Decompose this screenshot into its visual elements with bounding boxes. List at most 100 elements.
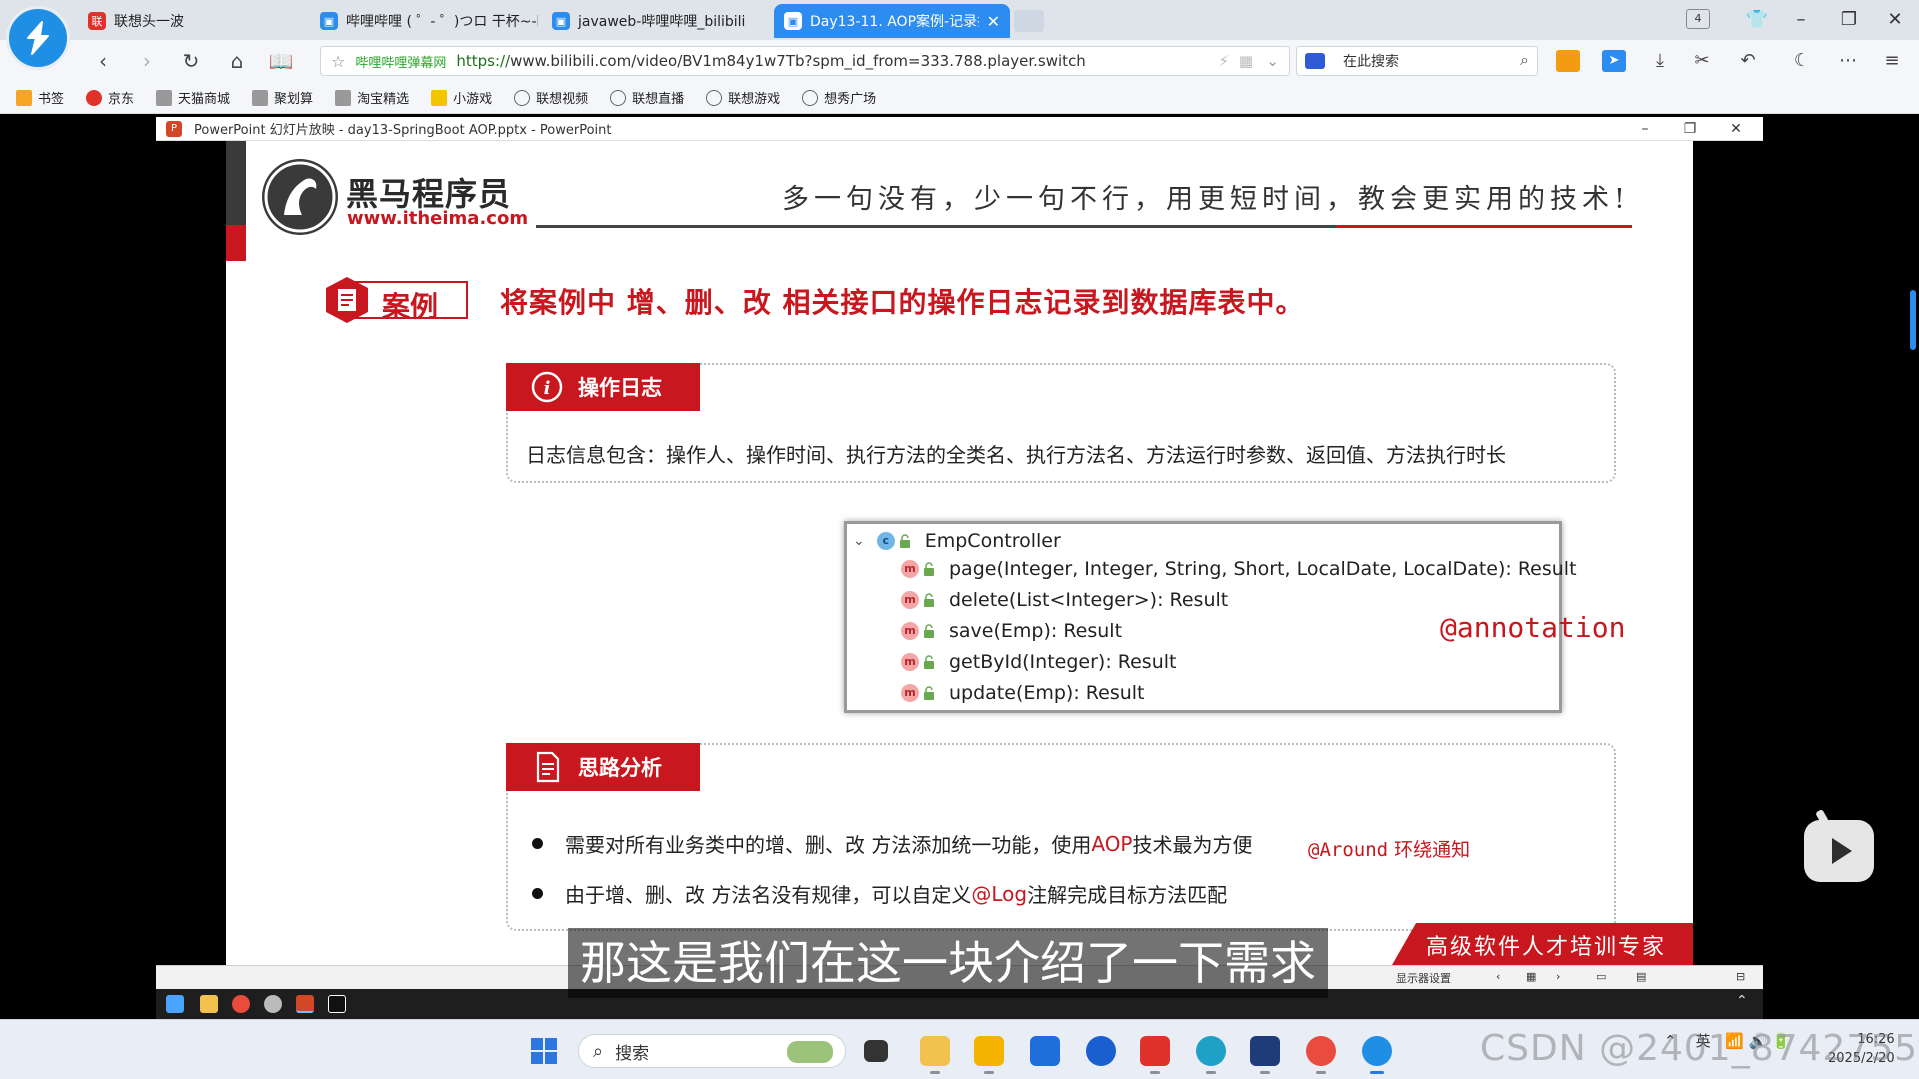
bilibili-tv-icon: ▣ [320, 12, 338, 30]
scissors-icon[interactable]: ✂ [1690, 50, 1714, 72]
chevron-down-icon[interactable]: ⌄ [853, 533, 865, 549]
bilibili-play-icon[interactable] [1804, 820, 1874, 882]
more-icon[interactable]: ⋯ [1836, 50, 1860, 72]
reading-mode-icon[interactable]: 📖 [268, 48, 294, 74]
bookmark-item[interactable]: 书签 [16, 88, 64, 107]
url-text[interactable]: https://www.bilibili.com/video/BV1m84y1w… [456, 52, 1176, 70]
bookmark-item[interactable]: 联想游戏 [706, 88, 780, 107]
tab-label: 联想头一波 [114, 14, 184, 30]
case-badge: 案例 [322, 275, 468, 325]
chrome-icon [232, 995, 250, 1013]
idea-panel-title: 思路分析 [578, 756, 662, 780]
video-subtitle: 那这是我们在这一块介绍了一下需求 [568, 928, 1328, 998]
browser-tab-active[interactable]: ▣ Day13-11. AOP案例-记录操作 ✕ [774, 4, 1010, 38]
bookmark-item[interactable]: 联想直播 [610, 88, 684, 107]
minimize-button[interactable]: – [1784, 6, 1818, 34]
bookmark-item[interactable]: 京东 [86, 88, 134, 107]
slide-sorter-icon[interactable]: ▦ [1526, 970, 1536, 983]
letterbox-right [1693, 141, 1763, 985]
globe-icon [514, 89, 531, 106]
search-engine-icon[interactable] [1305, 53, 1325, 69]
tree-method-item[interactable]: m delete(List<Integer>): Result [901, 587, 1228, 613]
windows-start-icon[interactable] [530, 1037, 558, 1065]
bookmark-item[interactable]: 小游戏 [431, 88, 492, 107]
powerpoint-window-title: PowerPoint 幻灯片放映 - day13-SpringBoot AOP.… [194, 123, 612, 138]
taskbar-search-placeholder: 搜索 [615, 1043, 650, 1064]
tree-root[interactable]: ⌄ c EmpController [853, 530, 1061, 552]
unlock-icon [899, 534, 910, 548]
idea-bullet-1: 需要对所有业务类中的增、删、改 方法添加统一功能，使用 AOP 技术最为方便 [532, 829, 1253, 858]
csdn-watermark: CSDN @2401_87427557 [1480, 1028, 1919, 1069]
normal-view-icon[interactable]: ▭ [1596, 970, 1606, 983]
undo-icon[interactable]: ↶ [1736, 50, 1760, 72]
extension-orange-icon[interactable] [1556, 50, 1580, 72]
browser-tab[interactable]: ▣ 哔哩哔哩 ( ゜- ゜)つロ 干杯~-bilib [310, 4, 538, 38]
search-icon[interactable]: ⌕ [1520, 50, 1529, 70]
browser-logo-icon[interactable] [6, 6, 70, 70]
tree-method-item[interactable]: m page(Integer, Integer, String, Short, L… [901, 556, 1577, 582]
send-icon[interactable]: ➤ [1602, 50, 1626, 72]
new-tab-button[interactable] [1014, 10, 1044, 32]
forward-icon[interactable]: › [134, 48, 160, 74]
address-bar[interactable]: ☆ 哔哩哔哩弹幕网 https://www.bilibili.com/video… [320, 46, 1290, 76]
chrome-icon[interactable] [1306, 1036, 1336, 1074]
unlock-icon [924, 655, 934, 669]
bilibili-tv-icon: ▣ [552, 12, 570, 30]
bookmark-item[interactable]: 联想视频 [514, 88, 588, 107]
back-icon[interactable]: ‹ [90, 48, 116, 74]
app-cat-icon[interactable] [1250, 1036, 1280, 1074]
case-label: 案例 [382, 290, 439, 323]
windows-start-icon [166, 995, 184, 1013]
edge-icon[interactable] [1196, 1036, 1226, 1074]
restore-button[interactable]: ❐ [1832, 6, 1866, 34]
browser-tab[interactable]: ▣ javaweb-哔哩哔哩_bilibili [542, 4, 770, 38]
reload-icon[interactable]: ↻ [178, 48, 204, 74]
log-panel-header: i 操作日志 [506, 363, 700, 411]
prev-slide-icon[interactable]: ‹ [1496, 970, 1500, 983]
chevron-down-icon[interactable]: ⌄ [1266, 52, 1279, 70]
close-button[interactable]: ✕ [1878, 6, 1912, 34]
slideshow-icon[interactable]: ⊟ [1736, 970, 1745, 983]
shirt-skin-icon[interactable]: 👕 [1740, 6, 1774, 34]
lightning-icon[interactable]: ⚡ [1218, 52, 1229, 70]
widgets-icon[interactable] [920, 1036, 950, 1074]
bookmark-item[interactable]: 聚划算 [252, 88, 313, 107]
browser-tab[interactable]: 联 联想头一波 [78, 4, 306, 38]
tab-label: Day13-11. AOP案例-记录操作 [810, 14, 979, 30]
ppt-minimize-button[interactable]: – [1625, 117, 1665, 141]
bookmark-item[interactable]: 天猫商城 [156, 88, 230, 107]
scrollbar[interactable] [1910, 290, 1916, 350]
search-placeholder: 在此搜索 [1343, 54, 1399, 70]
display-settings-button[interactable]: 显示器设置 [1396, 970, 1451, 986]
search-icon: ⌕ [593, 1040, 604, 1062]
bookmark-star-icon[interactable]: ☆ [331, 52, 345, 71]
url-site-label: 哔哩哔哩弹幕网 [355, 55, 447, 71]
tab-count-badge[interactable]: 4 [1686, 9, 1710, 29]
qr-code-icon[interactable]: ▦ [1239, 52, 1253, 70]
ppt-close-button[interactable]: ✕ [1716, 117, 1756, 141]
ppt-restore-button[interactable]: ❐ [1670, 117, 1710, 141]
tree-method-item[interactable]: m update(Emp): Result [901, 680, 1145, 706]
home-icon[interactable]: ⌂ [224, 48, 250, 74]
search-box[interactable]: 在此搜索 ⌕ [1296, 46, 1538, 76]
menu-icon[interactable]: ≡ [1880, 50, 1904, 72]
moon-icon[interactable]: ☾ [1790, 50, 1814, 72]
next-slide-icon[interactable]: › [1556, 970, 1560, 983]
slide-accent-bar [226, 141, 246, 261]
task-view-icon[interactable] [864, 1040, 888, 1062]
annotation-note: @annotation [1440, 611, 1626, 644]
reading-view-icon[interactable]: ▤ [1636, 970, 1646, 983]
bookmark-item[interactable]: 淘宝精选 [335, 88, 409, 107]
log-panel-text: 日志信息包含：操作人、操作时间、执行方法的全类名、执行方法名、方法运行时参数、返… [526, 443, 1506, 467]
close-tab-icon[interactable]: ✕ [987, 12, 1000, 31]
lenovo-browser-icon[interactable] [1362, 1036, 1392, 1074]
lenovo-app-icon[interactable] [1086, 1036, 1116, 1066]
wps-icon[interactable] [1140, 1036, 1170, 1074]
bookmark-item[interactable]: 想秀广场 [802, 88, 876, 107]
tree-method-item[interactable]: m save(Emp): Result [901, 618, 1122, 644]
taskbar-search[interactable]: ⌕ 搜索 [578, 1034, 846, 1068]
microsoft-store-icon[interactable] [1030, 1036, 1060, 1066]
download-icon[interactable]: ⤓ [1648, 50, 1672, 72]
tree-method-item[interactable]: m getById(Integer): Result [901, 649, 1176, 675]
file-explorer-icon[interactable] [974, 1036, 1004, 1074]
